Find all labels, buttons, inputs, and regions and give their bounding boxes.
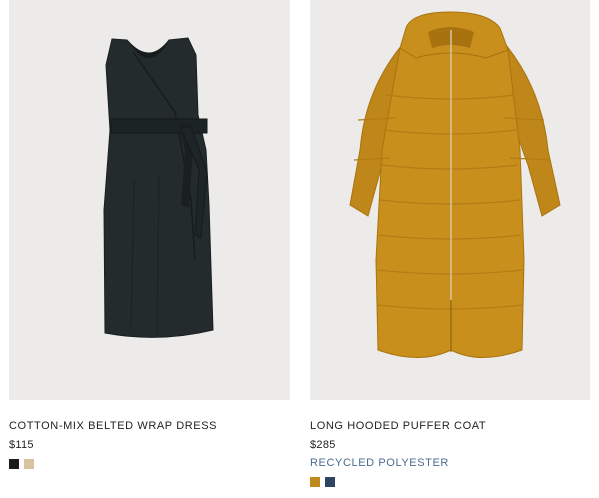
product-card-wrap-dress[interactable]: COTTON-MIX BELTED WRAP DRESS $115	[9, 0, 290, 469]
puffer-coat-image	[349, 11, 561, 358]
swatch-beige[interactable]	[24, 459, 34, 469]
product-image-wrap-dress[interactable]	[9, 0, 290, 400]
product-grid: COTTON-MIX BELTED WRAP DRESS $115 LONG H…	[0, 0, 599, 498]
dress-image	[103, 37, 214, 338]
swatch-mustard[interactable]	[310, 477, 320, 487]
product-image-puffer-coat[interactable]	[310, 0, 590, 400]
product-price: $285	[310, 439, 336, 451]
product-price: $115	[9, 439, 34, 451]
product-card-puffer-coat[interactable]: LONG HOODED PUFFER COAT $285 RECYCLED PO…	[310, 0, 590, 487]
product-name[interactable]: COTTON-MIX BELTED WRAP DRESS	[9, 420, 290, 432]
color-swatches	[9, 459, 290, 469]
swatch-navy[interactable]	[325, 477, 335, 487]
color-swatches	[310, 477, 590, 487]
product-tag: RECYCLED POLYESTER	[310, 457, 449, 469]
swatch-black[interactable]	[9, 459, 19, 469]
product-name[interactable]: LONG HOODED PUFFER COAT	[310, 420, 590, 432]
